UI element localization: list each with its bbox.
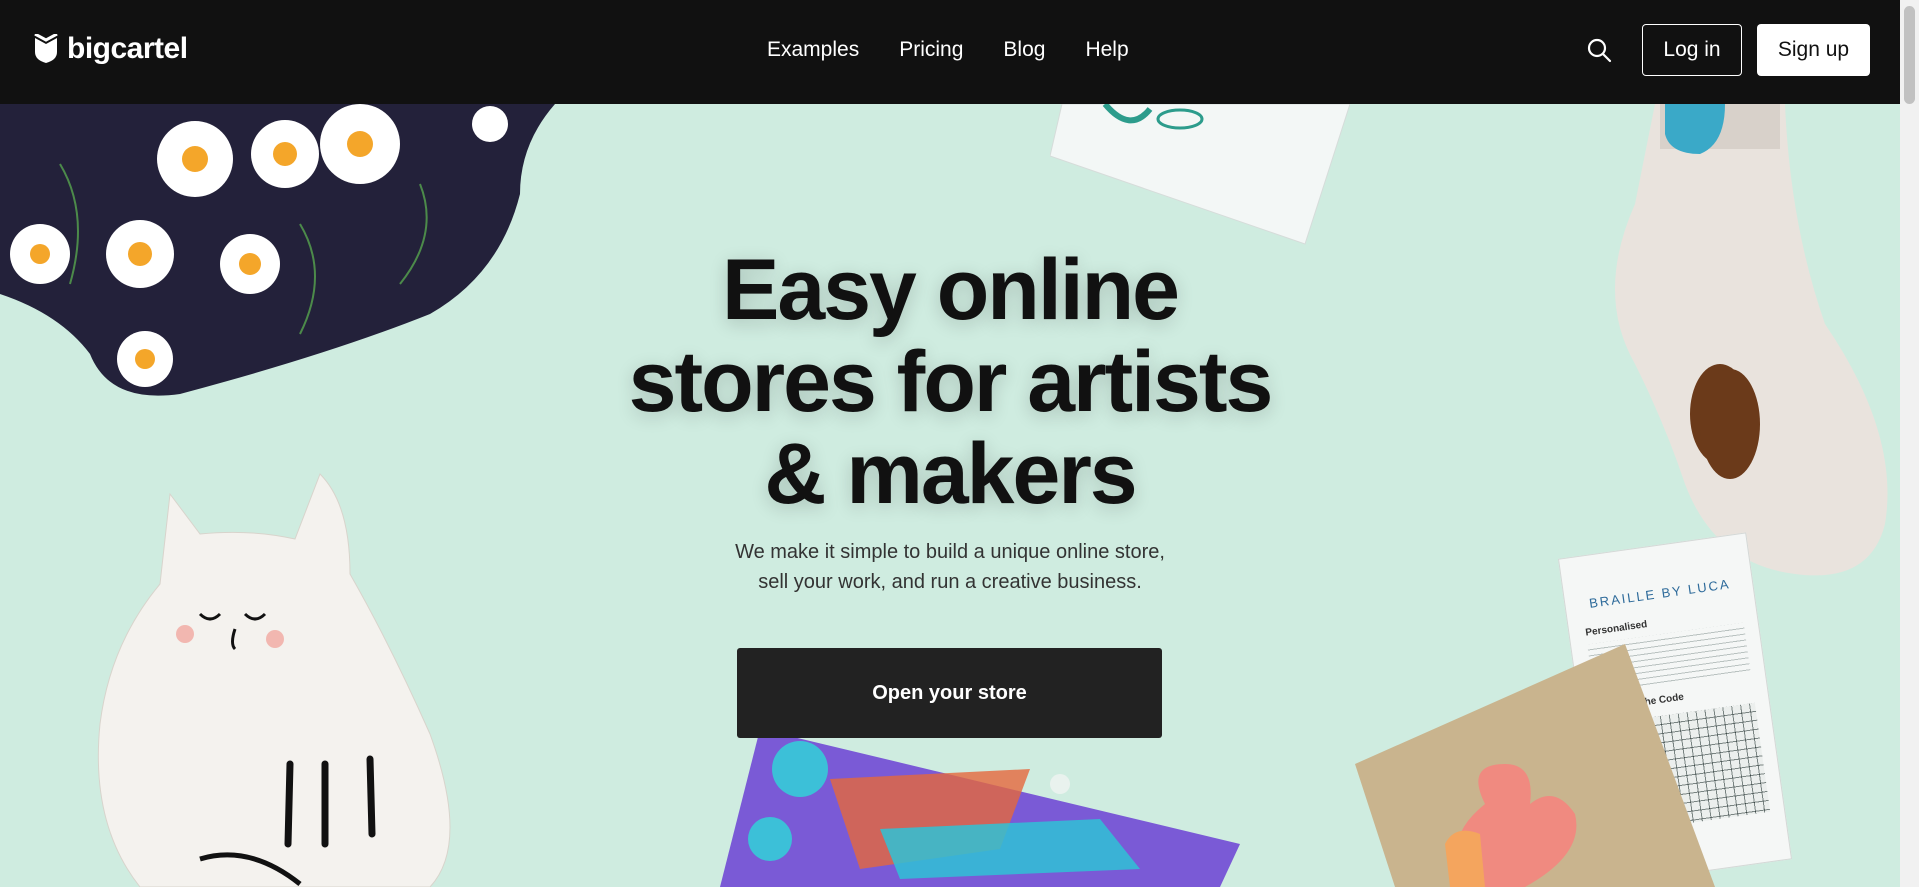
- nav-help[interactable]: Help: [1085, 38, 1128, 62]
- open-store-button[interactable]: Open your store: [737, 648, 1162, 738]
- envelope-hearts-image: [1355, 644, 1715, 887]
- hero-title-line-3: & makers: [764, 426, 1137, 522]
- page-scrollbar[interactable]: [1900, 0, 1919, 887]
- hero-title-line-1: Easy online: [722, 242, 1180, 338]
- hero-subtitle-line-1: We make it simple to build a unique onli…: [735, 541, 1165, 563]
- bigcartel-logo-icon: [34, 34, 58, 63]
- search-icon[interactable]: [1586, 37, 1612, 63]
- main-nav: Examples Pricing Blog Help: [767, 38, 1129, 62]
- hero-section: BRAILLE BY LUCA Personalised Cracking th…: [0, 104, 1900, 887]
- nav-blog[interactable]: Blog: [1003, 38, 1045, 62]
- logo-link[interactable]: bigcartel: [33, 32, 188, 66]
- top-navigation-bar: bigcartel Examples Pricing Blog Help Log…: [0, 0, 1900, 104]
- login-button[interactable]: Log in: [1642, 24, 1742, 76]
- hero-subtitle-line-2: sell your work, and run a creative busin…: [758, 571, 1142, 593]
- logo-text: bigcartel: [67, 32, 188, 65]
- greeting-card-image: [1050, 104, 1350, 245]
- hero-title-line-2: stores for artists: [628, 334, 1274, 430]
- scrollbar-thumb[interactable]: [1904, 6, 1915, 104]
- hero-title: Easy online stores for artists & makers: [0, 244, 1900, 520]
- cat-dish-image: [97, 473, 451, 887]
- hero-subtitle: We make it simple to build a unique onli…: [0, 537, 1900, 597]
- signup-button[interactable]: Sign up: [1757, 24, 1870, 76]
- nav-pricing[interactable]: Pricing: [899, 38, 963, 62]
- nav-examples[interactable]: Examples: [767, 38, 859, 62]
- painted-canvas-image: [720, 729, 1240, 887]
